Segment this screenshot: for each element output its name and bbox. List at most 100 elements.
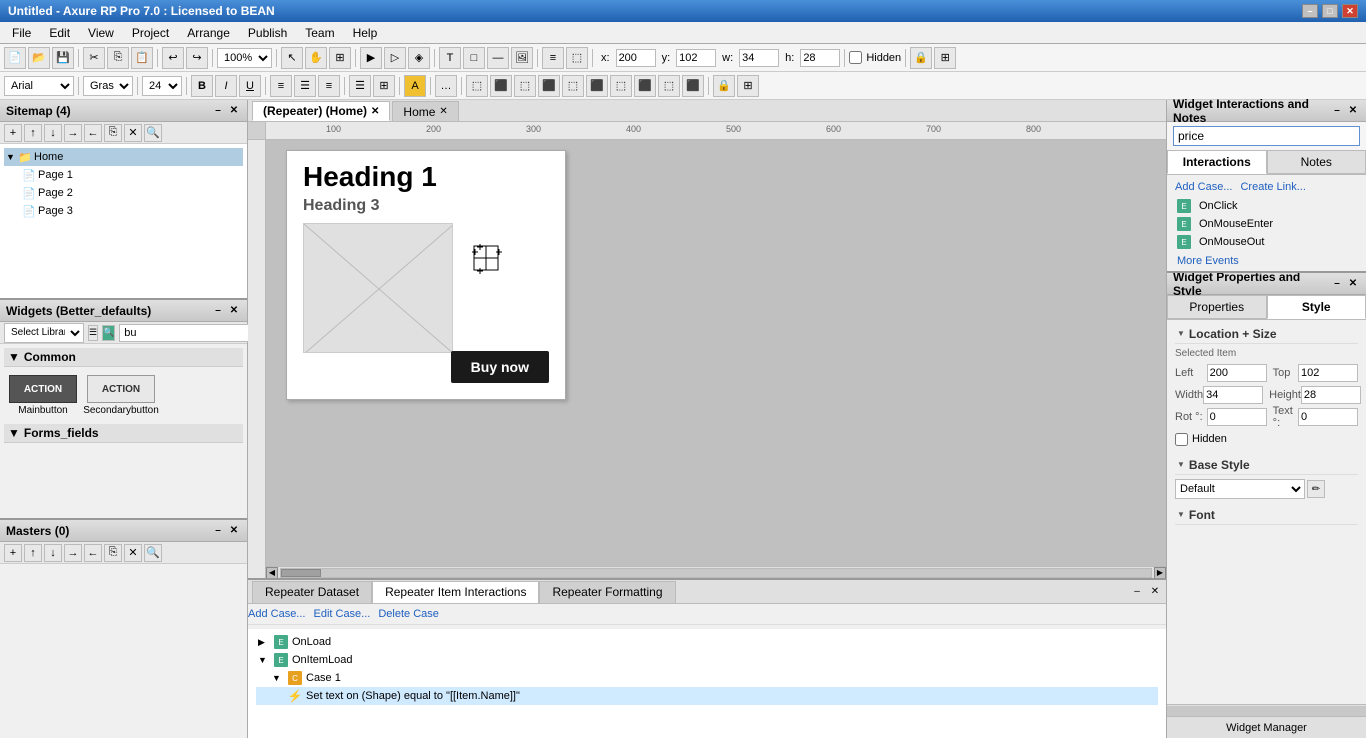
widget-mainbutton[interactable]: ACTION Mainbutton [8, 375, 78, 416]
widget-align6[interactable]: ⬛ [586, 75, 608, 97]
tab-home-close[interactable]: ✕ [439, 106, 447, 117]
x-input[interactable] [616, 49, 656, 67]
tab-repeater-formatting[interactable]: Repeater Formatting [539, 581, 675, 603]
tab-properties[interactable]: Properties [1167, 295, 1267, 319]
lock2-button[interactable]: 🔒 [713, 75, 735, 97]
sitemap-move-up[interactable]: ↑ [24, 124, 42, 142]
sitemap-outdent[interactable]: ← [84, 124, 102, 142]
widgets-search-icon[interactable]: 🔍 [102, 325, 115, 341]
widgets-menu-button[interactable]: ☰ [88, 325, 98, 341]
widget-secondarybutton[interactable]: ACTION Secondarybutton [86, 375, 156, 416]
font-family-select[interactable]: Arial [4, 76, 74, 96]
align-tool[interactable]: ≡ [542, 47, 564, 69]
copy-button[interactable]: ⎘ [107, 47, 129, 69]
widgets-collapse-icon[interactable]: – [211, 304, 225, 318]
widget-align8[interactable]: ⬛ [634, 75, 656, 97]
text-tool[interactable]: T [439, 47, 461, 69]
open-button[interactable]: 📂 [28, 47, 50, 69]
align-left-button[interactable]: ≡ [270, 75, 292, 97]
italic-button[interactable]: I [215, 75, 237, 97]
minimize-button[interactable]: – [1302, 4, 1318, 18]
sitemap-page3[interactable]: 📄 Page 3 [4, 202, 243, 220]
repeater-close-icon[interactable]: ✕ [1148, 585, 1162, 599]
menu-team[interactable]: Team [297, 24, 342, 42]
more-format[interactable]: … [435, 75, 457, 97]
play2-button[interactable]: ▷ [384, 47, 406, 69]
w-input[interactable] [739, 49, 779, 67]
publish-button[interactable]: ◈ [408, 47, 430, 69]
sitemap-page2[interactable]: 📄 Page 2 [4, 184, 243, 202]
tab-repeater-item-interactions[interactable]: Repeater Item Interactions [372, 581, 539, 603]
top-field-input[interactable] [1298, 364, 1358, 382]
masters-outdent[interactable]: ← [84, 544, 102, 562]
menu-help[interactable]: Help [345, 24, 386, 42]
left-field-input[interactable] [1207, 364, 1267, 382]
delete-case-link[interactable]: Delete Case [378, 608, 439, 620]
list-button[interactable]: ☰ [349, 75, 371, 97]
widget-align1[interactable]: ⬚ [466, 75, 488, 97]
hscroll-right[interactable]: ▶ [1154, 567, 1166, 579]
library-select[interactable]: Select Library [4, 323, 84, 343]
width-field-input[interactable] [1203, 386, 1263, 404]
widget-align3[interactable]: ⬚ [514, 75, 536, 97]
widgets-close-icon[interactable]: ✕ [227, 304, 241, 318]
hand-tool[interactable]: ✋ [305, 47, 327, 69]
tab-repeater-home-close[interactable]: ✕ [371, 106, 379, 117]
widget-align5[interactable]: ⬚ [562, 75, 584, 97]
maximize-button[interactable]: □ [1322, 4, 1338, 18]
h-input[interactable] [800, 49, 840, 67]
sitemap-home[interactable]: ▼ 📁 Home [4, 148, 243, 166]
rot-field-input[interactable] [1207, 408, 1267, 426]
tab-home[interactable]: Home ✕ [392, 101, 458, 121]
edit-case-link[interactable]: Edit Case... [313, 608, 370, 620]
style-edit-button[interactable]: ✏ [1307, 480, 1325, 498]
pointer-tool[interactable]: ↖ [281, 47, 303, 69]
props-close-icon[interactable]: ✕ [1346, 277, 1360, 291]
masters-duplicate[interactable]: ⎘ [104, 544, 122, 562]
shape-tool[interactable]: □ [463, 47, 485, 69]
hscroll-thumb[interactable] [281, 569, 321, 577]
create-link-link[interactable]: Create Link... [1240, 181, 1305, 193]
masters-collapse-icon[interactable]: – [211, 524, 225, 538]
event-onitemload[interactable]: ▼ E OnItemLoad [256, 651, 1158, 669]
buy-button[interactable]: Buy now [451, 351, 549, 383]
sitemap-indent[interactable]: → [64, 124, 82, 142]
add-case-link[interactable]: Add Case... [248, 608, 305, 620]
event-onclick[interactable]: E OnClick [1175, 197, 1358, 215]
menu-publish[interactable]: Publish [240, 24, 295, 42]
crop-tool[interactable]: ⊞ [329, 47, 351, 69]
masters-delete[interactable]: ✕ [124, 544, 142, 562]
props-hidden-checkbox[interactable] [1175, 433, 1188, 446]
hscroll-left[interactable]: ◀ [266, 567, 278, 579]
zoom-select[interactable]: 100% [217, 48, 272, 68]
sitemap-collapse-icon[interactable]: – [211, 104, 225, 118]
sitemap-add-page[interactable]: + [4, 124, 22, 142]
group-button[interactable]: ⊞ [934, 47, 956, 69]
add-case-interactions-link[interactable]: Add Case... [1175, 181, 1232, 193]
masters-close-icon[interactable]: ✕ [227, 524, 241, 538]
sitemap-duplicate[interactable]: ⎘ [104, 124, 122, 142]
tab-style[interactable]: Style [1267, 295, 1366, 319]
win-collapse-icon[interactable]: – [1330, 104, 1344, 118]
widget-align2[interactable]: ⬛ [490, 75, 512, 97]
align-center-button[interactable]: ☰ [294, 75, 316, 97]
hscroll-track[interactable] [280, 568, 1152, 578]
more-events-link[interactable]: More Events [1175, 255, 1358, 267]
case-1[interactable]: ▼ C Case 1 [256, 669, 1158, 687]
win-close-icon[interactable]: ✕ [1346, 104, 1360, 118]
masters-down[interactable]: ↓ [44, 544, 62, 562]
widget-align7[interactable]: ⬚ [610, 75, 632, 97]
sitemap-move-down[interactable]: ↓ [44, 124, 62, 142]
action-set-text[interactable]: ⚡ Set text on (Shape) equal to "[[Item.N… [256, 687, 1158, 705]
sitemap-search[interactable]: 🔍 [144, 124, 162, 142]
save-button[interactable]: 💾 [52, 47, 74, 69]
widget-align9[interactable]: ⬚ [658, 75, 680, 97]
event-onmouseout[interactable]: E OnMouseOut [1175, 233, 1358, 251]
widget-align10[interactable]: ⬛ [682, 75, 704, 97]
align-right-button[interactable]: ≡ [318, 75, 340, 97]
play-button[interactable]: ▶ [360, 47, 382, 69]
widget-align4[interactable]: ⬛ [538, 75, 560, 97]
masters-up[interactable]: ↑ [24, 544, 42, 562]
link-button[interactable]: ⊞ [373, 75, 395, 97]
menu-arrange[interactable]: Arrange [179, 24, 238, 42]
